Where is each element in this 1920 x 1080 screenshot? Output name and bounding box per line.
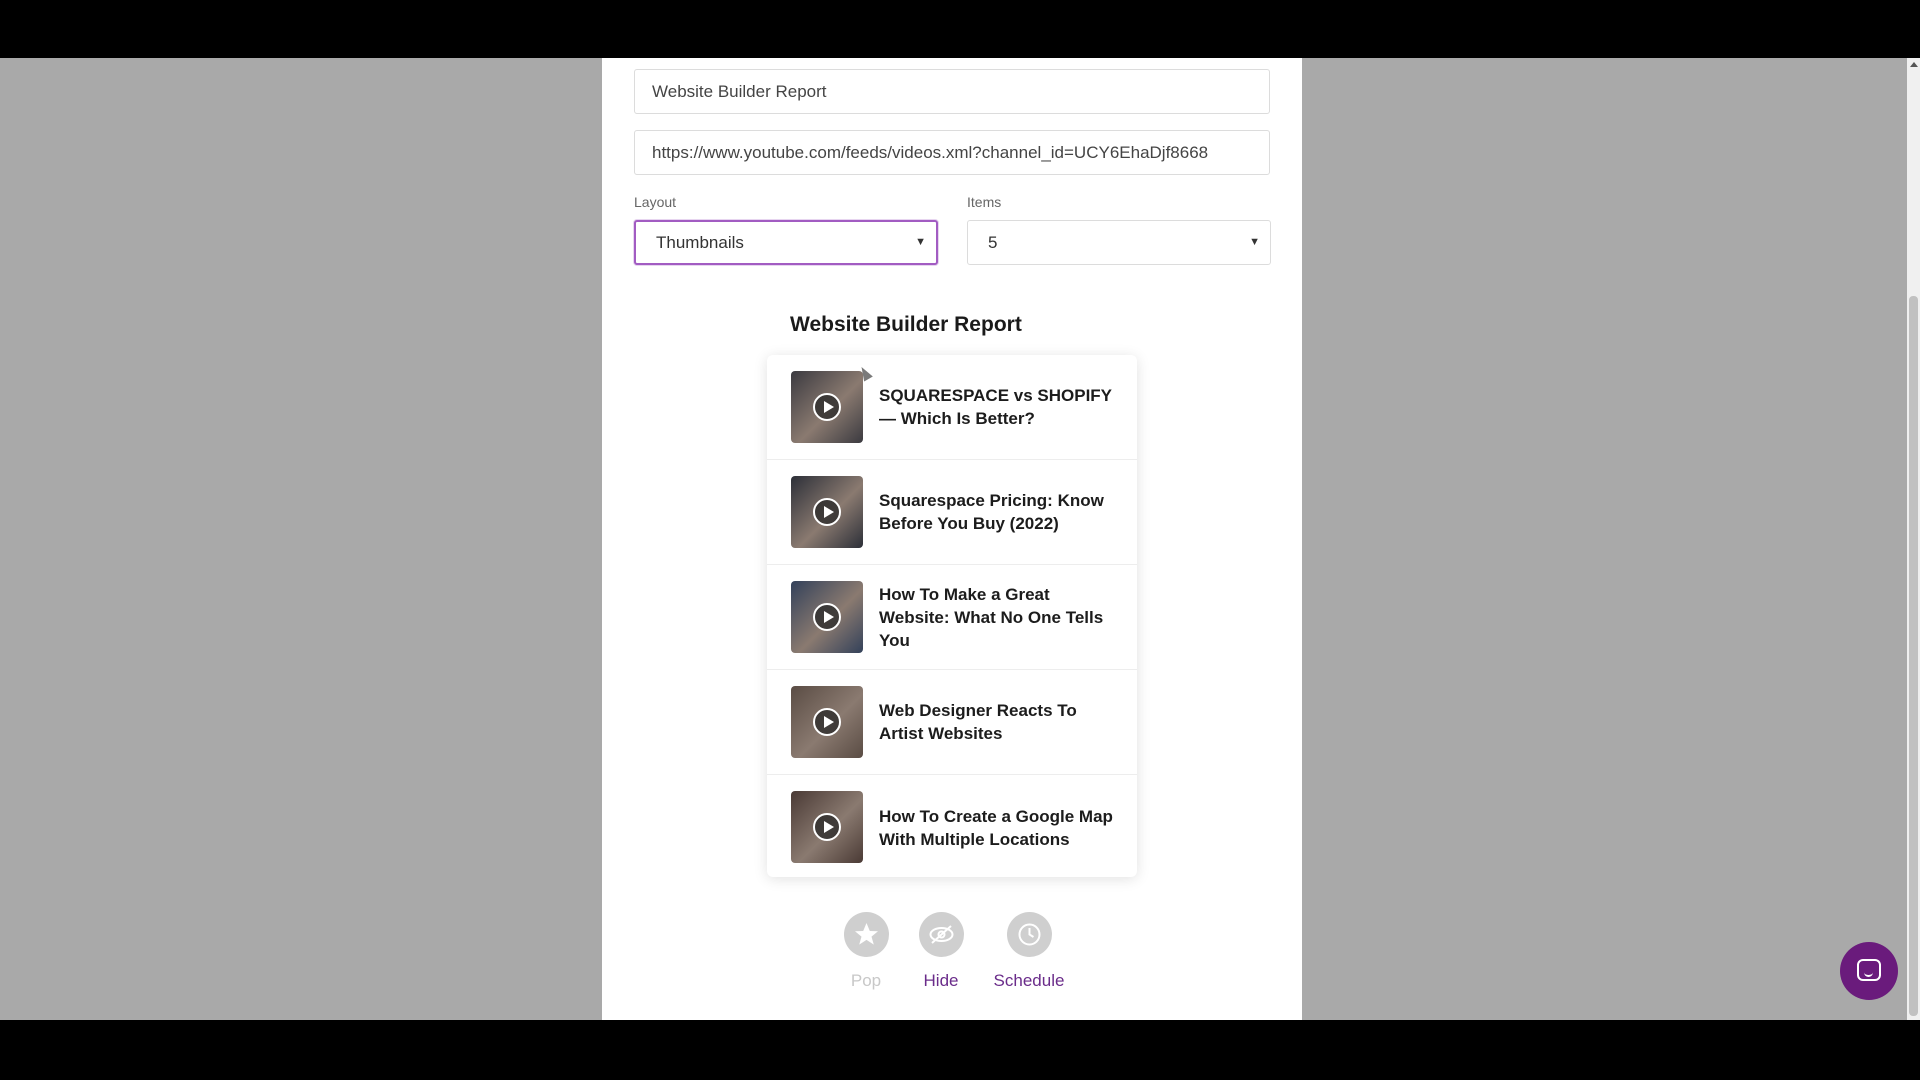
play-icon xyxy=(813,813,841,841)
layout-label: Layout xyxy=(634,194,677,210)
play-icon xyxy=(813,393,841,421)
play-icon xyxy=(813,498,841,526)
schedule-button[interactable]: Schedule xyxy=(989,912,1069,991)
editor-panel: Website Builder Report https://www.youtu… xyxy=(602,58,1302,1020)
pop-button[interactable]: Pop xyxy=(841,912,891,991)
feed-item-title[interactable]: SQUARESPACE vs SHOPIFY — Which Is Better… xyxy=(879,355,1119,459)
hide-label: Hide xyxy=(923,971,959,990)
play-icon xyxy=(813,708,841,736)
scroll-up-arrow-icon[interactable] xyxy=(1910,62,1918,67)
feed-title-input[interactable]: Website Builder Report xyxy=(634,69,1270,114)
feed-item-title[interactable]: Squarespace Pricing: Know Before You Buy… xyxy=(879,460,1119,564)
video-thumbnail[interactable] xyxy=(791,686,863,758)
items-label: Items xyxy=(967,194,1002,210)
video-thumbnail[interactable] xyxy=(791,476,863,548)
layout-select-value: Thumbnails xyxy=(656,233,744,252)
chat-icon xyxy=(1857,959,1881,981)
items-select-value: 5 xyxy=(988,233,998,252)
feed-item[interactable]: How To Create a Google Map With Multiple… xyxy=(767,775,1137,877)
items-select[interactable]: 5 ▼ xyxy=(967,220,1271,265)
browser-viewport: Website Builder Report https://www.youtu… xyxy=(0,58,1920,1020)
feed-url-input[interactable]: https://www.youtube.com/feeds/videos.xml… xyxy=(634,130,1270,175)
play-icon xyxy=(813,603,841,631)
feed-preview-title: Website Builder Report xyxy=(790,313,1022,336)
schedule-label: Schedule xyxy=(993,971,1065,990)
feed-item[interactable]: How To Make a Great Website: What No One… xyxy=(767,565,1137,670)
video-thumbnail[interactable] xyxy=(791,371,863,443)
feed-actions: Pop Hide Schedule xyxy=(602,912,1302,992)
star-icon xyxy=(843,912,889,957)
clock-icon xyxy=(1006,912,1052,957)
eye-slash-icon xyxy=(918,912,964,957)
scrollbar-thumb[interactable] xyxy=(1909,296,1918,1016)
chevron-down-icon: ▼ xyxy=(915,236,926,248)
chat-launcher-button[interactable] xyxy=(1840,942,1898,1000)
feed-item-title[interactable]: Web Designer Reacts To Artist Websites xyxy=(879,670,1119,774)
hide-button[interactable]: Hide xyxy=(916,912,966,991)
feed-item-title[interactable]: How To Make a Great Website: What No One… xyxy=(879,565,1119,669)
video-thumbnail[interactable] xyxy=(791,791,863,863)
video-thumbnail[interactable] xyxy=(791,581,863,653)
feed-item[interactable]: Web Designer Reacts To Artist Websites xyxy=(767,670,1137,775)
feed-item-title[interactable]: How To Create a Google Map With Multiple… xyxy=(879,775,1119,877)
pop-label: Pop xyxy=(850,971,882,990)
chevron-down-icon: ▼ xyxy=(1249,236,1260,248)
feed-item[interactable]: SQUARESPACE vs SHOPIFY — Which Is Better… xyxy=(767,355,1137,460)
feed-preview-card: SQUARESPACE vs SHOPIFY — Which Is Better… xyxy=(767,355,1137,877)
page-scrollbar[interactable] xyxy=(1907,58,1920,1020)
feed-item[interactable]: Squarespace Pricing: Know Before You Buy… xyxy=(767,460,1137,565)
layout-select[interactable]: Thumbnails ▼ xyxy=(634,220,938,265)
